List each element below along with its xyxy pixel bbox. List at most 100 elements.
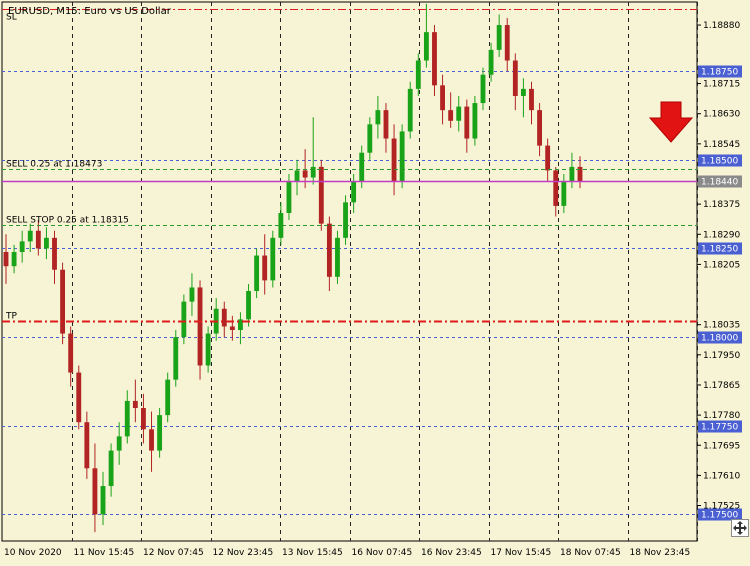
price-chart[interactable]: 1.18750 1.18500 1.18250 1.18000 1.17750 1.175…: [0, 0, 750, 562]
y-tick-label: 1.18205: [703, 260, 740, 270]
candle-body: [149, 429, 154, 451]
candle-body: [11, 251, 17, 267]
sell-arrow-icon: [648, 101, 694, 143]
candle-body: [335, 237, 340, 277]
candle-body: [472, 103, 478, 139]
order-label: SELL 0.25 at 1.18473: [6, 160, 102, 170]
take-profit-label: TP: [5, 312, 17, 322]
x-tick-label: 12 Nov 23:45: [213, 548, 274, 558]
x-tick-label: 18 Nov 23:45: [630, 548, 691, 558]
candle-body: [197, 287, 203, 366]
candle-body: [561, 181, 567, 206]
candle-body: [165, 379, 171, 416]
candle-body: [76, 372, 82, 423]
candle-body: [537, 110, 543, 146]
candle-body: [407, 88, 413, 132]
y-tick-label: 1.18715: [703, 80, 740, 90]
candle-body: [60, 269, 66, 334]
candle-body: [19, 241, 25, 252]
candle-body: [529, 88, 534, 111]
order-label: SELL STOP 0.25 at 1.18315: [6, 216, 129, 226]
candle-body: [116, 436, 122, 451]
y-tick-label: 1.17865: [703, 381, 740, 391]
candle-body: [520, 88, 526, 96]
candle-body: [359, 152, 365, 182]
candle-body: [108, 450, 114, 487]
candle-body: [512, 60, 518, 96]
candle-body: [553, 170, 559, 206]
candle-body: [52, 237, 57, 270]
candle-body: [488, 49, 494, 75]
candle-body: [351, 181, 357, 203]
candle-body: [35, 230, 41, 249]
x-tick-label: 10 Nov 2020: [4, 548, 62, 558]
candle-body: [504, 25, 510, 61]
candle-body: [92, 468, 98, 515]
time-axis: 10 Nov 2020 11 Nov 15:45 12 Nov 07:45 12 No…: [4, 548, 690, 558]
candle-body: [423, 32, 429, 61]
price-level-tag-label: 1.18750: [701, 68, 738, 78]
price-level-tag-label: 1.18250: [701, 245, 738, 255]
candle-body: [84, 422, 90, 469]
candle-body: [141, 408, 146, 430]
candle-body: [254, 255, 260, 292]
y-tick-label: 1.18880: [703, 21, 740, 31]
x-tick-label: 13 Nov 15:45: [282, 548, 343, 558]
x-tick-label: 16 Nov 23:45: [421, 548, 482, 558]
trade-lines: SLTPSELL 0.25 at 1.18473SELL STOP 0.25 a…: [2, 9, 742, 323]
candle-body: [496, 25, 502, 50]
candle-body: [448, 110, 454, 121]
candle-body: [262, 255, 268, 281]
candle-body: [205, 333, 211, 366]
candle-body: [343, 202, 348, 238]
candle-body: [480, 74, 486, 104]
chart-title: EURUSD, M15: Euro vs US Dollar: [8, 6, 172, 17]
candle-body: [383, 110, 389, 139]
x-tick-label: 16 Nov 07:45: [352, 548, 413, 558]
candle-body: [326, 223, 332, 277]
candle-body: [375, 110, 381, 125]
zoom-toggle-icon[interactable]: [731, 519, 749, 537]
candle-body: [181, 301, 187, 338]
candle-body: [221, 308, 227, 327]
y-tick-label: 1.17780: [703, 411, 740, 421]
candle-body: [124, 400, 130, 437]
x-tick-label: 17 Nov 15:45: [491, 548, 552, 558]
candle-body: [294, 170, 300, 182]
candle-body: [157, 415, 163, 451]
candle-body: [391, 138, 397, 182]
x-tick-label: 18 Nov 07:45: [560, 548, 621, 558]
price-level-tag-label: 1.17750: [701, 423, 738, 433]
price-axis: 1.18880 1.18715 1.18630 1.18545 1.18375 1.182…: [697, 21, 740, 512]
candle-body: [3, 251, 9, 267]
x-tick-label: 12 Nov 07:45: [143, 548, 204, 558]
candle-body: [310, 166, 316, 178]
candle-body: [229, 326, 235, 331]
x-tick-label: 11 Nov 15:45: [74, 548, 135, 558]
y-tick-label: 1.17950: [703, 351, 740, 361]
price-level-tag-label: 1.18000: [701, 334, 738, 344]
candle-body: [415, 60, 421, 89]
candle-body: [440, 85, 445, 111]
y-tick-label: 1.17610: [703, 471, 740, 481]
candle-body: [545, 145, 551, 171]
candle-body: [270, 237, 276, 281]
candle-body: [464, 106, 470, 139]
y-tick-label: 1.18290: [703, 230, 740, 240]
candle-body: [189, 287, 195, 302]
y-tick-label: 1.18545: [703, 140, 740, 150]
grid-lines: [1, 1, 698, 542]
candle-body: [246, 291, 251, 320]
candle-body: [302, 170, 308, 178]
y-tick-label: 1.18375: [703, 200, 740, 210]
bid-price-tag-label: 1.18440: [701, 178, 738, 188]
candle-body: [68, 333, 74, 373]
candle-body: [432, 32, 437, 86]
candle-body: [100, 486, 106, 515]
y-tick-label: 1.17525: [703, 502, 740, 512]
candles: [3, 3, 583, 533]
price-level-tag-label: 1.18500: [701, 157, 738, 167]
candle-body: [43, 237, 49, 249]
y-tick-label: 1.17695: [703, 441, 740, 451]
y-tick-label: 1.18035: [703, 321, 740, 331]
